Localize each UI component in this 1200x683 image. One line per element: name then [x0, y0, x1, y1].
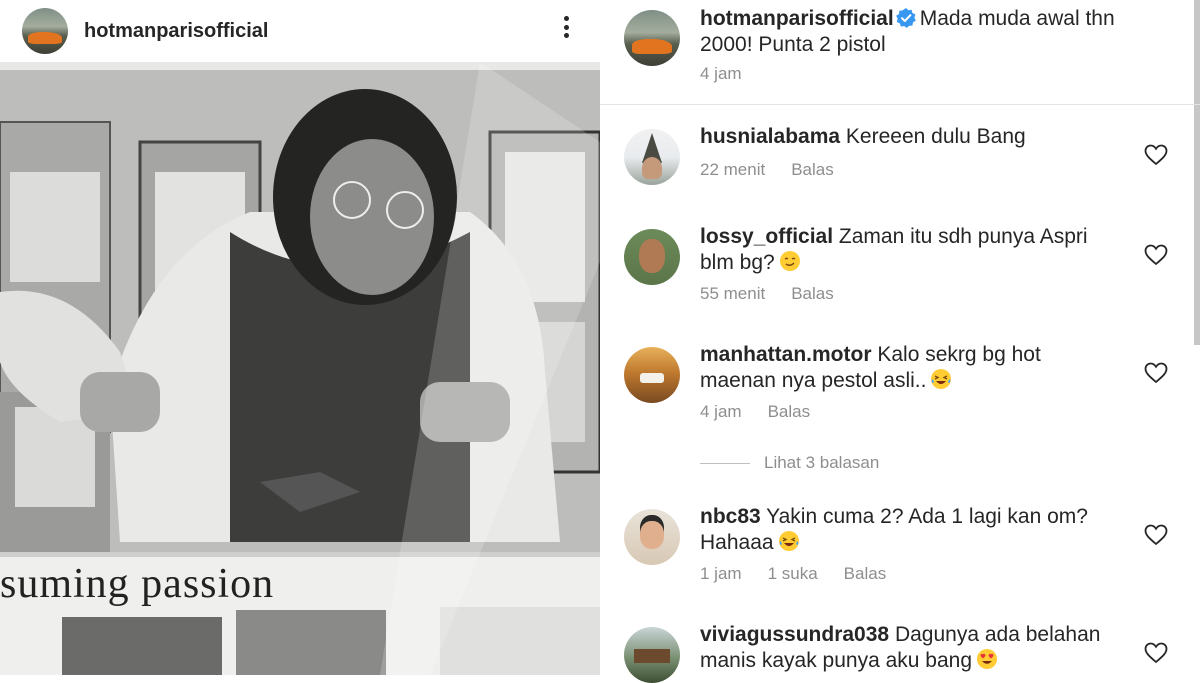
author-username[interactable]: hotmanparisofficial	[84, 20, 268, 43]
verified-badge-icon	[895, 8, 916, 28]
replies-divider	[700, 462, 750, 464]
comment-text: viviagussundra038 Dagunya ada belahan ma…	[700, 622, 1120, 674]
commenter-avatar[interactable]	[624, 229, 680, 285]
smirk-emoji	[779, 251, 800, 271]
comment-text: nbc83 Yakin cuma 2? Ada 1 lagi kan om? H…	[700, 504, 1120, 556]
commenter-username[interactable]: viviagussundra038	[700, 623, 889, 646]
commenter-username[interactable]: manhattan.motor	[700, 343, 872, 366]
heart-outline-icon[interactable]	[1144, 244, 1168, 266]
comment-time[interactable]: 22 menit	[700, 160, 765, 179]
heart-outline-icon[interactable]	[1144, 362, 1168, 384]
author-username[interactable]: hotmanparisofficial	[700, 7, 894, 30]
caption-text: hotmanparisofficial Mada muda awal thn 20…	[700, 6, 1170, 58]
comment-time[interactable]: 1 jam	[700, 564, 742, 583]
commenter-username[interactable]: lossy_official	[700, 225, 833, 248]
author-avatar[interactable]	[624, 10, 680, 66]
comment-meta: 1 jam 1 suka Balas	[700, 564, 912, 584]
heart-outline-icon[interactable]	[1144, 144, 1168, 166]
comment-time[interactable]: 4 jam	[700, 402, 742, 421]
comments-panel: hotmanparisofficial Mada muda awal thn 20…	[600, 0, 1200, 683]
commenter-avatar[interactable]	[624, 129, 680, 185]
commenter-username[interactable]: nbc83	[700, 505, 761, 528]
commenter-avatar[interactable]	[624, 509, 680, 565]
heart-outline-icon[interactable]	[1144, 642, 1168, 664]
comment-meta: 4 jam Balas	[700, 402, 836, 422]
commenter-avatar[interactable]	[624, 347, 680, 403]
reply-button[interactable]: Balas	[791, 284, 834, 303]
comment-meta: 22 menit Balas	[700, 160, 860, 180]
post-photo[interactable]: suming passion	[0, 62, 600, 675]
reply-button[interactable]: Balas	[791, 160, 834, 179]
view-replies-button[interactable]: Lihat 3 balasan	[700, 453, 879, 473]
comment-time[interactable]: 55 menit	[700, 284, 765, 303]
magazine-headline: suming passion	[0, 561, 275, 607]
comment-text: manhattan.motor Kalo sekrg bg hot maenan…	[700, 342, 1120, 394]
post-timestamp[interactable]: 4 jam	[700, 64, 742, 84]
laughing-tears-emoji	[931, 369, 952, 389]
view-replies-label: Lihat 3 balasan	[764, 453, 880, 472]
comment-meta: 55 menit Balas	[700, 284, 860, 304]
caption-block: hotmanparisofficial Mada muda awal thn 20…	[600, 0, 1200, 105]
post-media-panel: hotmanparisofficial suming passion	[0, 0, 600, 675]
more-options-icon[interactable]	[556, 12, 576, 42]
post-header: hotmanparisofficial	[0, 0, 600, 62]
laughing-tears-emoji	[778, 531, 799, 551]
heart-outline-icon[interactable]	[1144, 524, 1168, 546]
reply-button[interactable]: Balas	[844, 564, 887, 583]
comment-likes[interactable]: 1 suka	[768, 564, 818, 583]
heart-eyes-emoji	[977, 649, 998, 669]
commenter-username[interactable]: husnialabama	[700, 125, 840, 148]
author-avatar[interactable]	[22, 8, 68, 54]
reply-button[interactable]: Balas	[768, 402, 811, 421]
comment-text: husnialabama Kereeen dulu Bang	[700, 124, 1120, 150]
comment-text: lossy_official Zaman itu sdh punya Aspri…	[700, 224, 1120, 276]
comment-body: Kereeen dulu Bang	[845, 125, 1026, 148]
